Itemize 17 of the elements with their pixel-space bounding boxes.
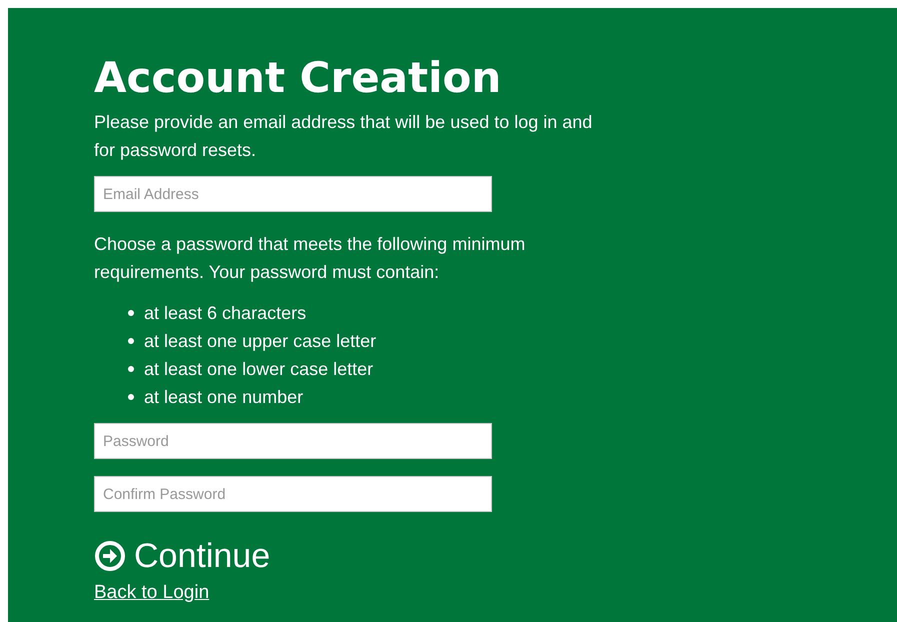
bullet-icon <box>128 366 134 372</box>
bullet-icon <box>128 394 134 400</box>
bullet-icon <box>128 310 134 316</box>
email-input-field[interactable]: Email Address <box>94 176 492 212</box>
confirm-password-input-field[interactable]: Confirm Password <box>94 476 492 512</box>
requirement-text: at least one lower case letter <box>144 358 374 381</box>
continue-button[interactable]: Continue <box>94 536 270 576</box>
requirement-text: at least 6 characters <box>144 302 306 325</box>
password-instructions: Choose a password that meets the following minimum requirements. Your password must contain: <box>94 233 526 284</box>
arrow-circle-icon <box>94 540 126 572</box>
back-to-login-link[interactable]: Back to Login <box>94 582 210 604</box>
page-title: Account Creation <box>94 52 502 104</box>
bullet-icon <box>128 338 134 344</box>
requirement-text: at least one upper case letter <box>144 330 376 353</box>
password-input-field[interactable]: Password <box>94 423 492 459</box>
email-instructions: Please provide an email address that will be used to log in and for password resets. <box>94 111 594 162</box>
requirement-text: at least one number <box>144 386 304 409</box>
